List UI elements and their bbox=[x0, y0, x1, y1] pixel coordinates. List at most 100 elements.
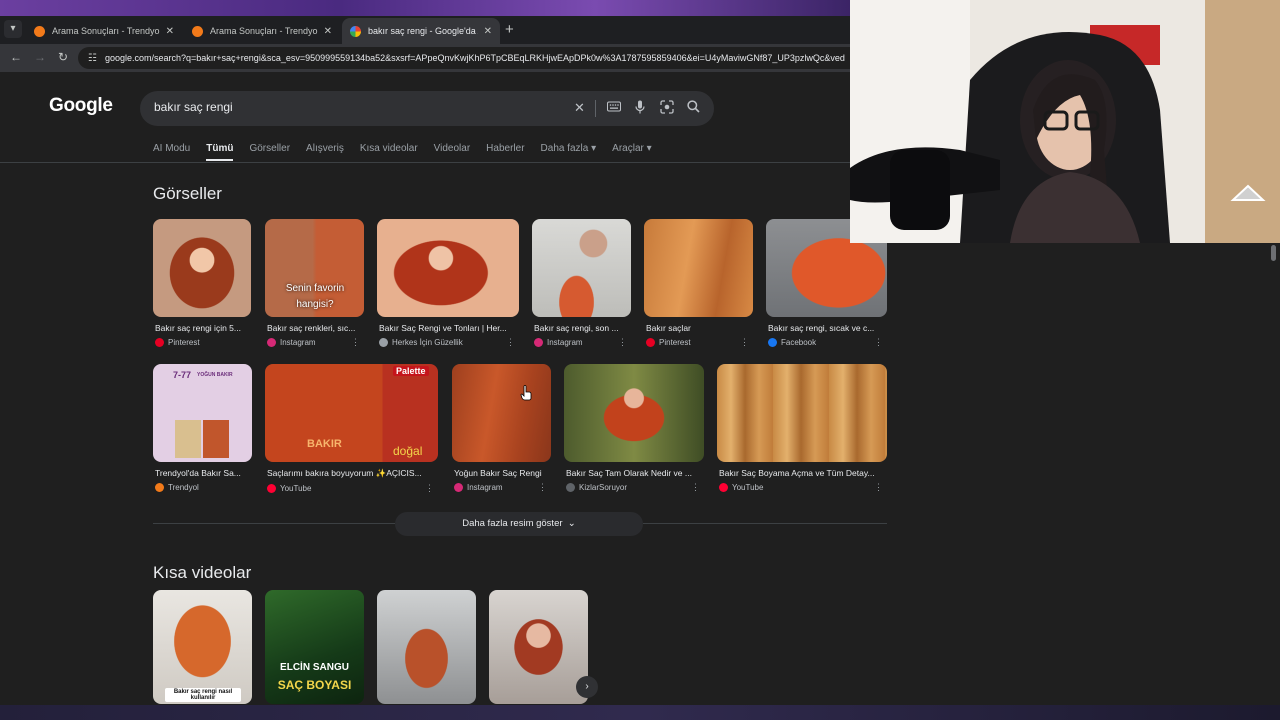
google-favicon-icon bbox=[350, 25, 361, 37]
image-caption[interactable]: Bakır saç renkleri, sıc... bbox=[265, 323, 364, 333]
image-thumbnail[interactable]: Senin favorin hangisi? bbox=[265, 219, 364, 317]
herkes-icin-guzellik-icon bbox=[379, 338, 388, 347]
short-video-card[interactable]: ELCİN SANGU SAÇ BOYASI bbox=[265, 590, 364, 704]
chevron-right-icon[interactable]: › bbox=[576, 676, 598, 698]
short-video-card[interactable] bbox=[489, 590, 588, 704]
image-thumbnail[interactable] bbox=[564, 364, 704, 462]
more-options-icon[interactable]: ⋮ bbox=[351, 337, 360, 348]
search-input[interactable] bbox=[154, 100, 574, 114]
image-caption[interactable]: Bakır saç rengi, sıcak ve c... bbox=[766, 323, 887, 333]
tab-shopping[interactable]: Alışveriş bbox=[306, 143, 344, 161]
desktop-taskbar bbox=[0, 705, 1280, 720]
search-icon[interactable] bbox=[687, 100, 700, 116]
image-result[interactable]: Bakır saçlar Pinterest ⋮ bbox=[644, 219, 753, 347]
thumbnail-overlay-text: YOĞUN BAKIR bbox=[197, 372, 233, 378]
image-result[interactable]: Senin favorin hangisi? Bakır saç renkler… bbox=[265, 219, 364, 347]
url-field[interactable]: ☷ google.com/search?q=bakır+saç+rengi&sc… bbox=[78, 47, 850, 69]
image-caption[interactable]: Bakır Saç Tam Olarak Nedir ve ... bbox=[564, 468, 704, 478]
image-result[interactable]: Yoğun Bakır Saç Rengi Instagram ⋮ bbox=[452, 364, 551, 492]
forward-icon[interactable]: → bbox=[34, 50, 46, 64]
tab-videos[interactable]: Videolar bbox=[434, 143, 471, 161]
short-video-card[interactable]: Bakır saç rengi nasıl kullanılır bbox=[153, 590, 252, 704]
image-result[interactable]: Bakır Saç Rengi ve Tonları | Her... Herk… bbox=[377, 219, 519, 347]
site-info-icon[interactable]: ☷ bbox=[88, 53, 97, 64]
instagram-icon bbox=[454, 483, 463, 492]
kizlarsoruyor-icon bbox=[566, 483, 575, 492]
chevron-down-icon: ⌄ bbox=[565, 518, 576, 529]
image-source: KizlarSoruyor bbox=[579, 483, 628, 492]
search-box[interactable]: ✕ bbox=[140, 91, 714, 126]
image-source: Pinterest bbox=[659, 338, 691, 347]
tab-more[interactable]: Daha fazla ▾ bbox=[541, 143, 597, 161]
close-tab-icon[interactable]: ✕ bbox=[324, 26, 332, 37]
image-caption[interactable]: Trendyol'da Bakır Sa... bbox=[153, 468, 252, 478]
more-options-icon[interactable]: ⋮ bbox=[874, 337, 883, 348]
new-tab-icon[interactable]: + bbox=[505, 21, 514, 38]
more-options-icon[interactable]: ⋮ bbox=[425, 483, 434, 494]
tab-title: Arama Sonuçları - Trendyol bbox=[210, 26, 318, 36]
image-result[interactable]: Bakır saç rengi, son ... Instagram ⋮ bbox=[532, 219, 631, 347]
image-source: Instagram bbox=[547, 338, 583, 347]
google-logo[interactable]: Google bbox=[49, 95, 113, 117]
tab-search-icon[interactable]: ▾ bbox=[4, 20, 22, 38]
image-caption[interactable]: Bakır saç rengi için 5... bbox=[153, 323, 251, 333]
image-result[interactable]: Palette BAKIR doğal Saçlarımı bakıra boy… bbox=[265, 364, 438, 493]
image-caption[interactable]: Bakır saç rengi, son ... bbox=[532, 323, 631, 333]
divider bbox=[595, 100, 596, 117]
more-options-icon[interactable]: ⋮ bbox=[874, 482, 883, 493]
image-thumbnail[interactable] bbox=[644, 219, 753, 317]
image-thumbnail[interactable] bbox=[532, 219, 631, 317]
close-tab-icon[interactable]: ✕ bbox=[484, 26, 492, 37]
short-video-card[interactable] bbox=[377, 590, 476, 704]
more-images-label: Daha fazla resim göster bbox=[462, 518, 563, 529]
tab-news[interactable]: Haberler bbox=[486, 143, 524, 161]
pinterest-icon bbox=[155, 338, 164, 347]
image-thumbnail[interactable]: 7-77 YOĞUN BAKIR bbox=[153, 364, 252, 462]
close-icon[interactable]: ✕ bbox=[574, 100, 585, 116]
image-caption[interactable]: Bakır Saç Rengi ve Tonları | Her... bbox=[377, 323, 519, 333]
image-result[interactable]: Bakır Saç Tam Olarak Nedir ve ... Kizlar… bbox=[564, 364, 704, 492]
image-caption[interactable]: Bakır saçlar bbox=[644, 323, 753, 333]
tab-trendyol-1[interactable]: Arama Sonuçları - Trendyol ✕ bbox=[26, 18, 182, 44]
more-options-icon[interactable]: ⋮ bbox=[740, 337, 749, 348]
short-videos-section-title: Kısa videolar bbox=[153, 563, 252, 582]
nav-divider bbox=[0, 162, 850, 163]
chevron-down-icon: ▾ bbox=[646, 143, 652, 154]
mic-icon[interactable] bbox=[635, 100, 645, 117]
tab-short-videos[interactable]: Kısa videolar bbox=[360, 143, 418, 161]
hand-cursor-icon bbox=[520, 385, 532, 401]
tab-more-label: Daha fazla bbox=[540, 143, 589, 154]
more-options-icon[interactable]: ⋮ bbox=[618, 337, 627, 348]
more-options-icon[interactable]: ⋮ bbox=[691, 482, 700, 493]
tab-google-search[interactable]: bakır saç rengi - Google'da Ara ✕ bbox=[342, 18, 500, 44]
youtube-icon bbox=[719, 483, 728, 492]
tab-tools[interactable]: Araçlar ▾ bbox=[612, 143, 652, 161]
tab-all[interactable]: Tümü bbox=[206, 143, 234, 161]
image-thumbnail[interactable] bbox=[377, 219, 519, 317]
scrollbar-thumb[interactable] bbox=[1271, 245, 1276, 261]
more-options-icon[interactable]: ⋮ bbox=[506, 337, 515, 348]
image-source: Instagram bbox=[280, 338, 316, 347]
tab-images[interactable]: Görseller bbox=[249, 143, 290, 161]
image-result[interactable]: Bakır Saç Boyama Açma ve Tüm Detay... Yo… bbox=[717, 364, 887, 492]
more-images-button[interactable]: Daha fazla resim göster ⌄ bbox=[395, 512, 643, 536]
image-result[interactable]: 7-77 YOĞUN BAKIR Trendyol'da Bakır Sa...… bbox=[153, 364, 252, 492]
close-tab-icon[interactable]: ✕ bbox=[166, 26, 174, 37]
tab-trendyol-2[interactable]: Arama Sonuçları - Trendyol ✕ bbox=[184, 18, 340, 44]
tab-ai-mode[interactable]: AI Modu bbox=[153, 143, 190, 161]
back-icon[interactable]: ← bbox=[10, 50, 22, 64]
image-thumbnail[interactable] bbox=[153, 219, 251, 317]
more-options-icon[interactable]: ⋮ bbox=[538, 482, 547, 493]
image-caption[interactable]: Bakır Saç Boyama Açma ve Tüm Detay... bbox=[717, 468, 887, 478]
image-caption[interactable]: Yoğun Bakır Saç Rengi bbox=[452, 468, 551, 478]
image-caption[interactable]: Saçlarımı bakıra boyuyorum ✨AÇICIS... bbox=[265, 468, 438, 479]
image-thumbnail[interactable] bbox=[452, 364, 551, 462]
youtube-icon bbox=[267, 484, 276, 493]
keyboard-icon[interactable] bbox=[607, 100, 621, 115]
image-result[interactable]: Bakır saç rengi için 5... Pinterest bbox=[153, 219, 251, 347]
image-thumbnail[interactable] bbox=[717, 364, 887, 462]
reload-icon[interactable]: ↻ bbox=[58, 50, 68, 64]
image-thumbnail[interactable]: Palette BAKIR doğal bbox=[265, 364, 438, 462]
camera-lens-icon[interactable] bbox=[660, 100, 674, 117]
page-scrollbar[interactable] bbox=[1268, 243, 1280, 705]
